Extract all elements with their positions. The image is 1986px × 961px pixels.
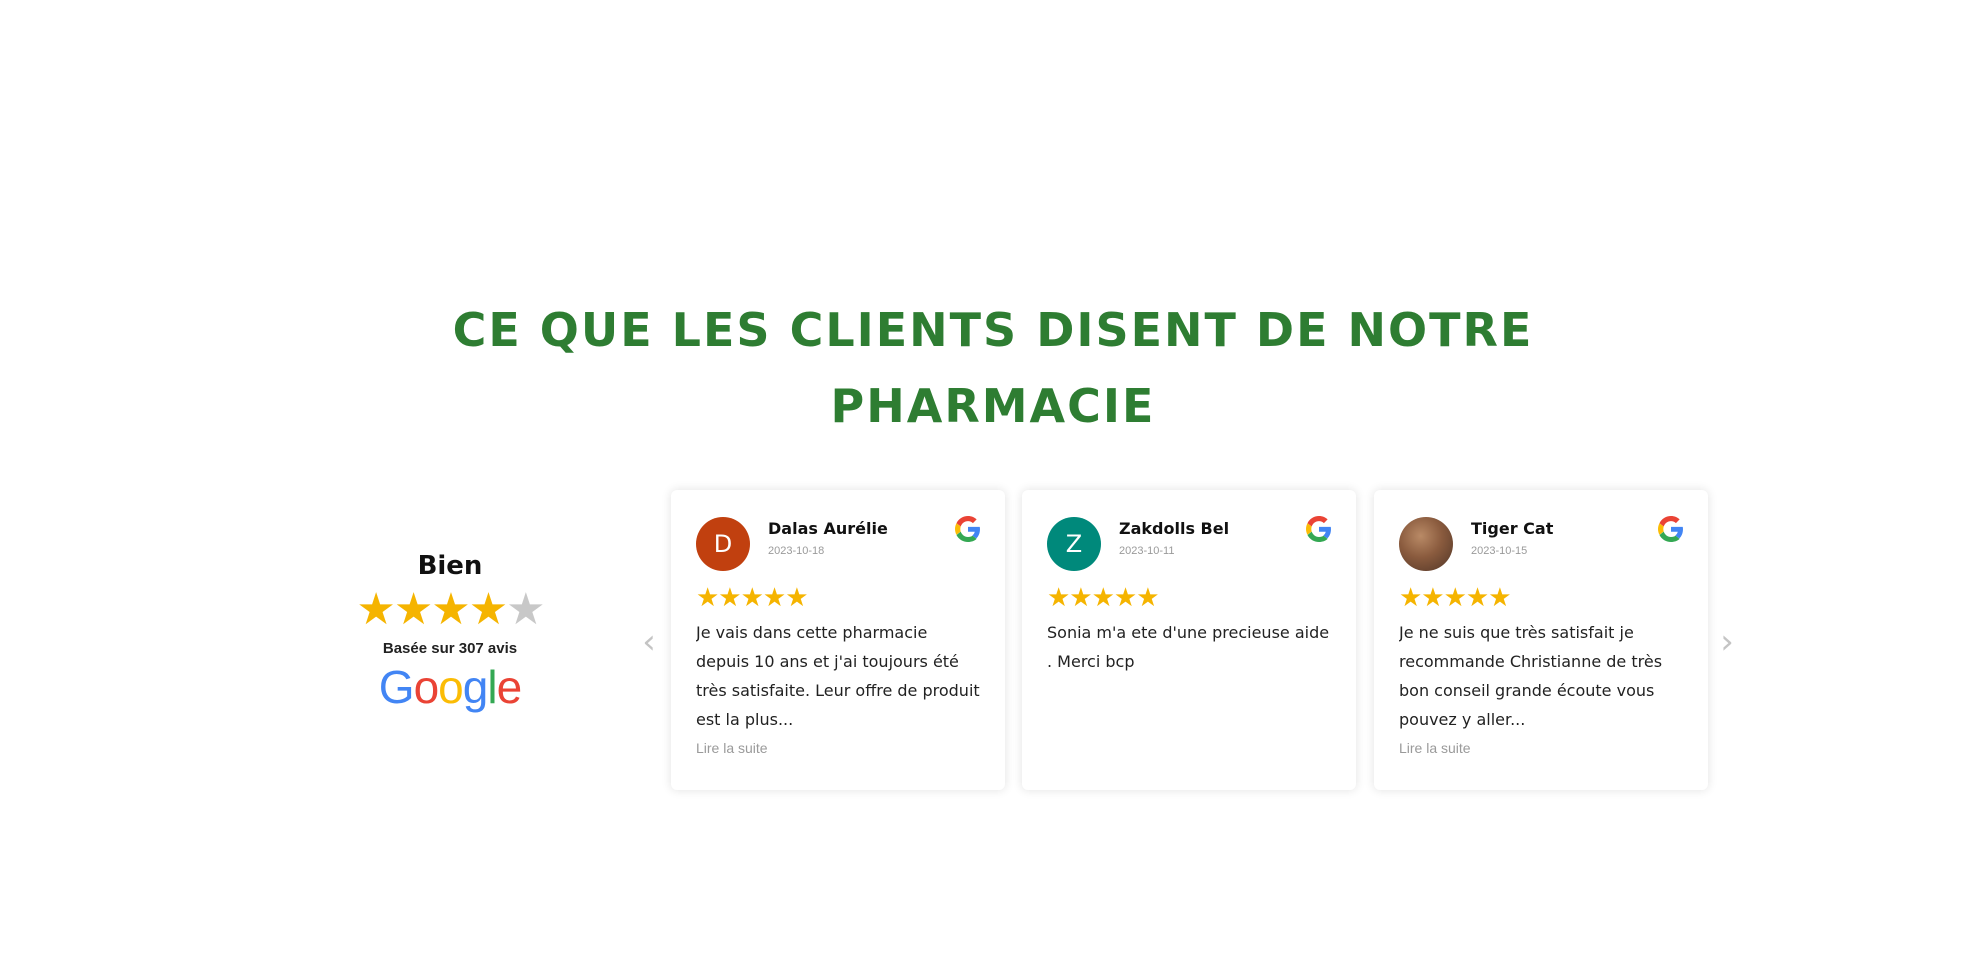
chevron-right-icon: › <box>1720 622 1734 662</box>
rating-stars: ★★★★★ <box>340 586 560 634</box>
section-title-line-2: PHARMACIE <box>830 379 1156 433</box>
review-text: Sonia m'a ete d'une precieuse aide . Mer… <box>1047 623 1330 671</box>
chevron-left-icon: ‹ <box>642 622 656 662</box>
google-logo: Google <box>378 661 522 713</box>
read-more-link[interactable]: Lire la suite <box>1399 740 1471 756</box>
review-date: 2023-10-18 <box>768 545 825 557</box>
section-title-line-1: CE QUE LES CLIENTS DISENT DE NOTRE <box>452 303 1534 357</box>
rating-label: Bien <box>417 551 483 581</box>
carousel-next-button[interactable]: › <box>1712 622 1742 662</box>
review-text: Je vais dans cette pharmacie depuis 10 a… <box>696 623 980 729</box>
reviewer-name: Tiger Cat <box>1471 519 1554 538</box>
avatar <box>1399 517 1453 571</box>
reviewer-name: Dalas Aurélie <box>768 519 888 538</box>
review-text: Je ne suis que très satisfait je recomma… <box>1399 623 1663 729</box>
review-date: 2023-10-11 <box>1119 545 1175 557</box>
review-date: 2023-10-15 <box>1471 545 1528 557</box>
avatar: Z <box>1047 517 1101 571</box>
google-icon <box>1658 516 1683 542</box>
star-icon: ★ <box>431 584 470 635</box>
review-stars: ★★★★★ <box>696 583 809 613</box>
google-icon <box>955 516 980 542</box>
review-stars: ★★★★★ <box>1399 583 1512 613</box>
rating-summary: Bien ★★★★★ Basée sur 307 avis Google <box>340 550 560 713</box>
carousel-prev-button[interactable]: ‹ <box>634 622 664 662</box>
review-card: D Dalas Aurélie 2023-10-18 ★★★★★ Je vais… <box>671 490 1005 790</box>
review-card: Tiger Cat 2023-10-15 ★★★★★ Je ne suis qu… <box>1374 490 1708 790</box>
reviewer-name: Zakdolls Bel <box>1119 519 1230 538</box>
review-card: Z Zakdolls Bel 2023-10-11 ★★★★★ Sonia m'… <box>1022 490 1356 790</box>
section-title: CE QUE LES CLIENTS DISENT DE NOTRE PHARM… <box>0 292 1986 444</box>
star-empty-icon: ★ <box>506 584 545 635</box>
review-count: Basée sur 307 avis <box>382 640 518 657</box>
star-icon: ★ <box>393 584 433 635</box>
avatar: D <box>696 517 750 571</box>
review-stars: ★★★★★ <box>1047 583 1160 613</box>
read-more-link[interactable]: Lire la suite <box>696 740 768 756</box>
star-icon: ★ <box>356 584 395 635</box>
google-icon <box>1306 516 1331 542</box>
star-icon: ★ <box>468 584 508 635</box>
